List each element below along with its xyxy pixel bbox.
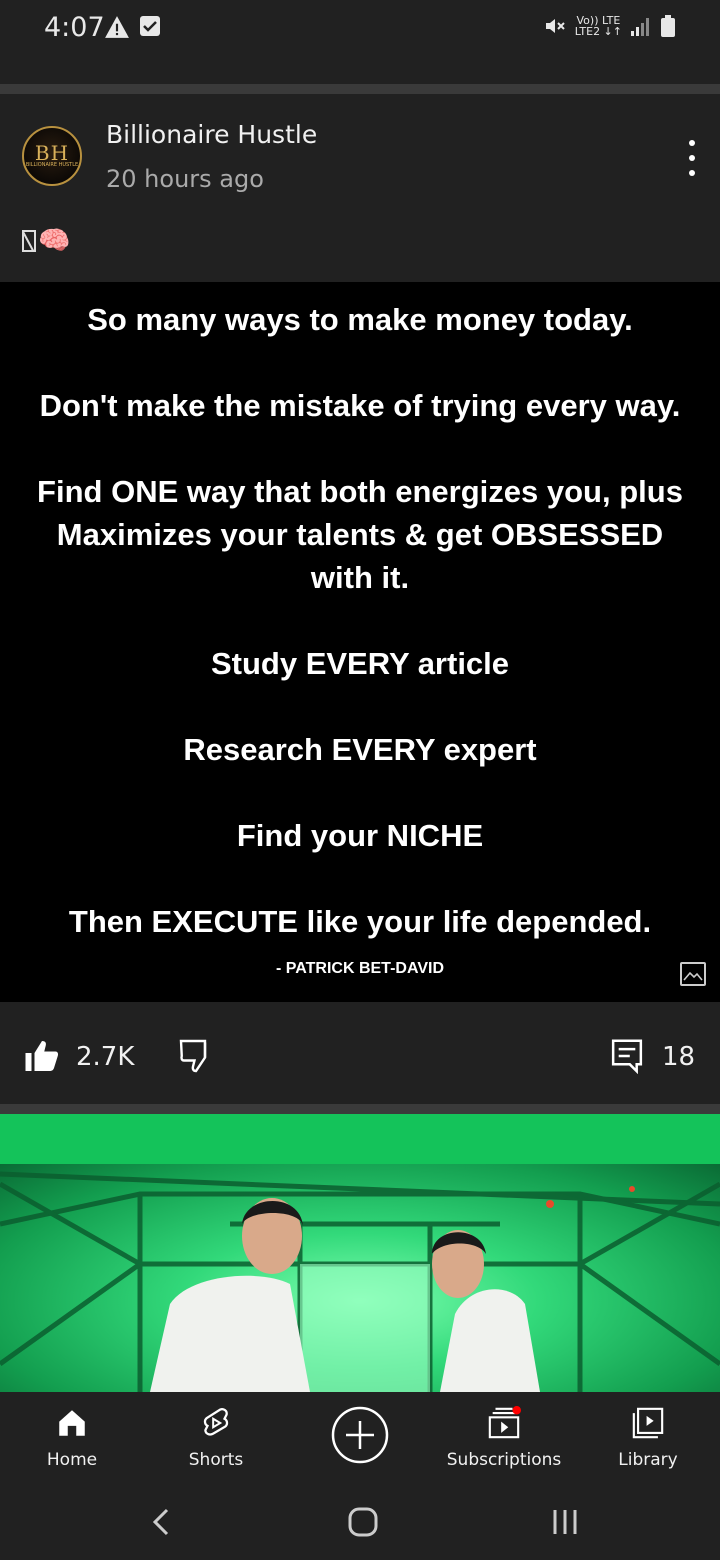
thumbnail-scene xyxy=(0,1171,720,1392)
channel-avatar[interactable]: BH BILLIONAIRE HUSTLE xyxy=(22,126,82,186)
network-indicator: Vo)) LTE LTE2 ↓↑ xyxy=(575,15,622,37)
quote-author: - PATRICK BET-DAVID xyxy=(276,960,444,977)
post-text: 🧠 xyxy=(22,226,70,256)
nav-library-label: Library xyxy=(618,1450,678,1470)
checkbox-notification-icon xyxy=(140,16,160,36)
more-dot xyxy=(689,155,695,161)
avatar-logo-text: BH xyxy=(34,141,70,165)
more-dot xyxy=(689,170,695,176)
mute-icon xyxy=(545,19,565,33)
quote-line: Don't make the mistake of trying every w… xyxy=(39,388,681,423)
home-button-icon[interactable] xyxy=(343,1502,383,1542)
quote-line: Maximizes your talents & get OBSESSED xyxy=(56,517,664,552)
dislike-icon[interactable] xyxy=(178,1038,214,1074)
recent-apps-icon[interactable] xyxy=(545,1502,585,1542)
quote-line: So many ways to make money today. xyxy=(87,302,633,337)
like-count: 2.7K xyxy=(76,1042,135,1072)
avatar-logo-subtext: BILLIONAIRE HUSTLE xyxy=(25,162,79,168)
post-time: 20 hours ago xyxy=(106,165,264,193)
post-image[interactable]: So many ways to make money today. Don't … xyxy=(0,282,720,1002)
video-thumbnail[interactable] xyxy=(0,1164,720,1392)
top-divider xyxy=(0,84,720,94)
bottom-navigation: Home Shorts Subscriptions Library xyxy=(0,1392,720,1484)
quote-line: Find ONE way that both energizes you, pl… xyxy=(37,474,683,509)
quote-line: with it. xyxy=(310,560,410,595)
home-icon xyxy=(59,1410,85,1436)
system-navigation xyxy=(0,1484,720,1560)
warning-icon xyxy=(105,16,129,38)
nav-home-label: Home xyxy=(46,1450,98,1470)
back-icon[interactable] xyxy=(142,1502,182,1542)
comment-icon[interactable] xyxy=(610,1038,644,1074)
quote-line: Then EXECUTE like your life depended. xyxy=(68,904,652,939)
more-options-icon[interactable] xyxy=(676,140,708,176)
missing-glyph-icon xyxy=(22,230,36,252)
notification-badge xyxy=(512,1406,521,1415)
status-time: 4:07 xyxy=(44,12,105,43)
like-icon[interactable] xyxy=(24,1038,60,1074)
signal-icon xyxy=(631,18,649,36)
quote-line: Find your NICHE xyxy=(236,818,484,853)
subscriptions-icon xyxy=(488,1406,521,1439)
quote-line: Study EVERY article xyxy=(210,646,510,681)
channel-name[interactable]: Billionaire Hustle xyxy=(106,120,317,149)
thumbnail-top-band xyxy=(0,1114,720,1164)
nav-subscriptions-label: Subscriptions xyxy=(446,1450,562,1470)
brain-emoji: 🧠 xyxy=(38,226,71,256)
quote-line: Research EVERY expert xyxy=(183,732,537,767)
battery-icon xyxy=(661,15,675,37)
comment-count: 18 xyxy=(662,1042,696,1072)
library-icon xyxy=(632,1407,664,1439)
image-icon xyxy=(680,962,706,986)
nav-subscriptions[interactable]: Subscriptions xyxy=(432,1392,576,1484)
nav-shorts-label: Shorts xyxy=(188,1450,244,1470)
nav-shorts[interactable]: Shorts xyxy=(144,1392,288,1484)
shorts-icon xyxy=(203,1408,229,1436)
network-line-2: LTE2 ↓↑ xyxy=(574,25,622,38)
post-actions: 2.7K 18 xyxy=(0,1002,720,1104)
nav-library[interactable]: Library xyxy=(576,1392,720,1484)
status-right-cluster: Vo)) LTE LTE2 ↓↑ xyxy=(543,14,676,38)
create-icon[interactable] xyxy=(331,1406,389,1464)
mid-divider xyxy=(0,1104,720,1114)
status-bar: 4:07 Vo)) LTE LTE2 ↓↑ xyxy=(0,0,720,84)
nav-home[interactable]: Home xyxy=(0,1392,144,1484)
more-dot xyxy=(689,140,695,146)
